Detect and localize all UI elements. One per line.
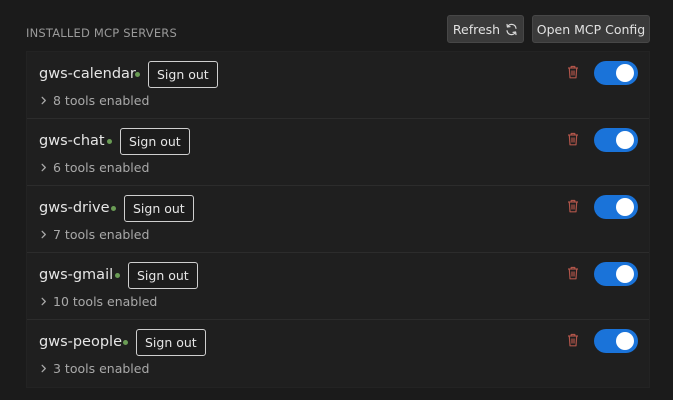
refresh-icon bbox=[505, 23, 518, 36]
trash-icon[interactable] bbox=[567, 266, 579, 280]
tools-expander[interactable]: 7 tools enabled bbox=[40, 227, 149, 242]
server-row-gws-gmail: gws-gmail Sign out 10 tools enabled bbox=[27, 253, 649, 320]
chevron-right-icon bbox=[40, 163, 47, 172]
server-row-gws-chat: gws-chat Sign out 6 tools enabled bbox=[27, 119, 649, 186]
sign-out-button[interactable]: Sign out bbox=[136, 329, 206, 356]
tools-expander[interactable]: 8 tools enabled bbox=[40, 93, 149, 108]
sign-out-button[interactable]: Sign out bbox=[148, 61, 218, 88]
tools-expander[interactable]: 3 tools enabled bbox=[40, 361, 149, 376]
refresh-button-label: Refresh bbox=[452, 21, 501, 37]
trash-icon[interactable] bbox=[567, 199, 579, 213]
server-name: gws-chat bbox=[39, 133, 105, 149]
tools-expander[interactable]: 6 tools enabled bbox=[40, 160, 149, 175]
server-enabled-toggle[interactable] bbox=[594, 329, 638, 353]
trash-icon[interactable] bbox=[567, 65, 579, 79]
tools-count-label: 7 tools enabled bbox=[53, 227, 150, 242]
refresh-button[interactable]: Refresh bbox=[447, 15, 524, 43]
trash-icon[interactable] bbox=[567, 132, 579, 146]
server-enabled-toggle[interactable] bbox=[594, 61, 638, 85]
server-list: gws-calendar Sign out 8 tools enabled gw… bbox=[26, 51, 650, 388]
chevron-right-icon bbox=[40, 364, 47, 373]
status-dot bbox=[135, 72, 140, 77]
toggle-knob bbox=[616, 64, 634, 82]
open-mcp-config-button[interactable]: Open MCP Config bbox=[532, 15, 650, 43]
server-row-gws-drive: gws-drive Sign out 7 tools enabled bbox=[27, 186, 649, 253]
status-dot bbox=[115, 273, 120, 278]
server-name: gws-people bbox=[39, 334, 122, 350]
toggle-knob bbox=[616, 131, 634, 149]
server-enabled-toggle[interactable] bbox=[594, 262, 638, 286]
tools-expander[interactable]: 10 tools enabled bbox=[40, 294, 157, 309]
trash-icon[interactable] bbox=[567, 333, 579, 347]
status-dot bbox=[107, 139, 112, 144]
tools-count-label: 8 tools enabled bbox=[53, 93, 150, 108]
sign-out-button[interactable]: Sign out bbox=[124, 195, 194, 222]
server-row-gws-people: gws-people Sign out 3 tools enabled bbox=[27, 320, 649, 387]
tools-count-label: 3 tools enabled bbox=[53, 361, 150, 376]
server-name: gws-drive bbox=[39, 200, 110, 216]
server-name: gws-calendar bbox=[39, 66, 136, 82]
toggle-knob bbox=[616, 198, 634, 216]
toggle-knob bbox=[616, 265, 634, 283]
tools-count-label: 6 tools enabled bbox=[53, 160, 150, 175]
server-name: gws-gmail bbox=[39, 267, 114, 283]
sign-out-button[interactable]: Sign out bbox=[128, 262, 198, 289]
tools-count-label: 10 tools enabled bbox=[53, 294, 158, 309]
server-enabled-toggle[interactable] bbox=[594, 195, 638, 219]
status-dot bbox=[123, 340, 128, 345]
status-dot bbox=[111, 206, 116, 211]
chevron-right-icon bbox=[40, 297, 47, 306]
section-title: INSTALLED MCP SERVERS bbox=[26, 26, 177, 40]
open-mcp-config-label: Open MCP Config bbox=[536, 21, 646, 37]
chevron-right-icon bbox=[40, 96, 47, 105]
server-enabled-toggle[interactable] bbox=[594, 128, 638, 152]
chevron-right-icon bbox=[40, 230, 47, 239]
server-row-gws-calendar: gws-calendar Sign out 8 tools enabled bbox=[27, 52, 649, 119]
toggle-knob bbox=[616, 332, 634, 350]
sign-out-button[interactable]: Sign out bbox=[120, 128, 190, 155]
